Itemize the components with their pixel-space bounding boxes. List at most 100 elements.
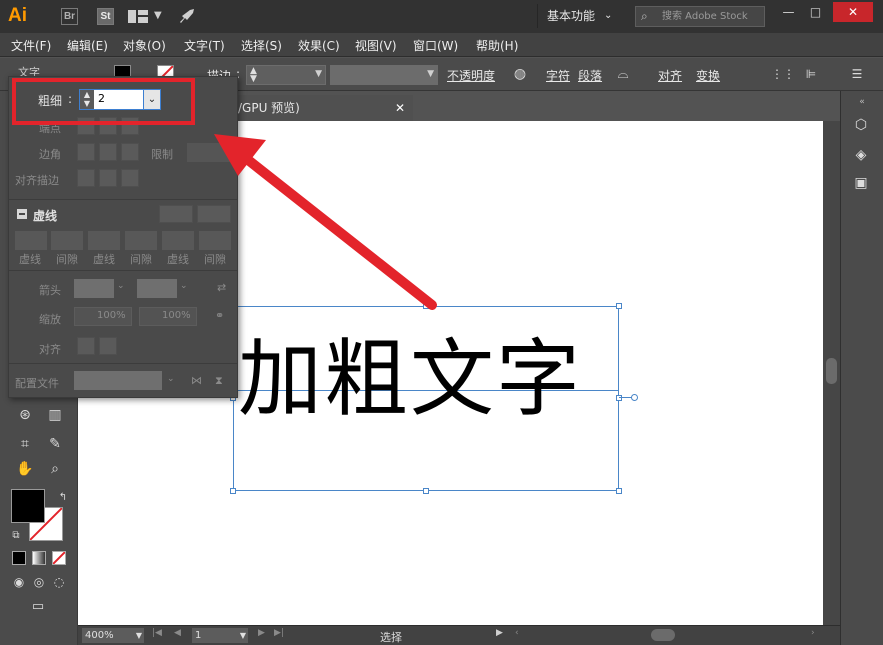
appearance-icon[interactable]: ▣	[850, 172, 872, 194]
vertical-scrollbar[interactable]	[823, 121, 840, 625]
document-tab[interactable]: /GPU 预览) ✕	[236, 95, 413, 121]
column-graph-icon[interactable]: ▥	[44, 404, 66, 426]
menu-select[interactable]: 选择(S)	[241, 37, 282, 54]
menu-file[interactable]: 文件(F)	[11, 37, 51, 54]
fill-color-front[interactable]	[11, 489, 45, 523]
recolor-icon[interactable]: ◍	[509, 63, 531, 85]
variable-width-dropdown[interactable]: ▼	[330, 65, 438, 85]
first-page-icon[interactable]: |◀	[152, 628, 162, 638]
miter-join-icon[interactable]	[77, 143, 95, 161]
miter-limit-field[interactable]	[187, 143, 235, 162]
next-page-icon[interactable]: ▶	[258, 628, 265, 638]
dash-field[interactable]	[162, 231, 194, 250]
menu-type[interactable]: 文字(T)	[184, 37, 225, 54]
character-link[interactable]: 字符	[546, 67, 570, 84]
close-tab-icon[interactable]: ✕	[395, 95, 405, 121]
zoom-icon[interactable]: ⌕	[44, 458, 66, 480]
stroke-weight-dropdown[interactable]: ▲ ▼ ▼	[246, 65, 326, 85]
default-colors-icon[interactable]: ⧉	[5, 525, 27, 547]
menu-view[interactable]: 视图(V)	[355, 37, 397, 54]
align-link[interactable]: 对齐	[658, 67, 682, 84]
gap-field[interactable]	[125, 231, 157, 250]
panel-menu-icon[interactable]: ☰	[846, 63, 868, 85]
none-mode-icon[interactable]	[52, 551, 66, 565]
dash-field[interactable]	[15, 231, 47, 250]
end-arrowhead-dropdown[interactable]	[137, 279, 177, 298]
align-dash-icon[interactable]	[197, 205, 231, 223]
transform-link[interactable]: 变换	[696, 67, 720, 84]
stepper-icon[interactable]: ▲ ▼	[250, 67, 257, 84]
artwork-text[interactable]: 加粗文字	[238, 329, 582, 429]
draw-behind-icon[interactable]: ◎	[28, 571, 50, 593]
gap-field[interactable]	[51, 231, 83, 250]
width-profile-dropdown[interactable]	[74, 371, 162, 390]
draw-normal-icon[interactable]: ◉	[8, 571, 30, 593]
scroll-left-icon[interactable]: ‹	[515, 628, 519, 638]
flip-across-icon[interactable]: ⧗	[215, 374, 223, 388]
libraries-icon[interactable]: ⬡	[850, 114, 872, 136]
scroll-right-icon[interactable]: ›	[811, 628, 815, 638]
workspace-switcher[interactable]: 基本功能 ⌄	[537, 4, 627, 28]
resize-handle[interactable]	[423, 488, 429, 494]
maximize-button[interactable]: □	[800, 2, 831, 22]
symbol-sprayer-icon[interactable]: ⊛	[14, 404, 36, 426]
menu-help[interactable]: 帮助(H)	[476, 37, 518, 54]
align-center-icon[interactable]	[77, 169, 95, 187]
dash-label: 虚线	[167, 253, 189, 266]
layers-icon[interactable]: ◈	[850, 144, 872, 166]
end-scale-field[interactable]: 100%	[139, 307, 197, 326]
resize-handle[interactable]	[616, 395, 622, 401]
gap-label: 间隙	[130, 253, 152, 266]
checkbox-dashed[interactable]	[17, 209, 27, 219]
menu-window[interactable]: 窗口(W)	[413, 37, 458, 54]
horizontal-scroll-thumb[interactable]	[651, 629, 675, 641]
round-join-icon[interactable]	[99, 143, 117, 161]
resize-handle[interactable]	[230, 488, 236, 494]
gradient-mode-icon[interactable]	[32, 551, 46, 565]
align-outside-icon[interactable]	[121, 169, 139, 187]
arrow-tip-at-end-icon[interactable]	[99, 337, 117, 355]
envelope-icon[interactable]: ⌓	[612, 63, 634, 85]
text-thread-port[interactable]	[631, 394, 638, 401]
link-scale-icon[interactable]: ⚭	[215, 309, 224, 322]
paragraph-link[interactable]: 段落	[578, 67, 602, 84]
gap-field[interactable]	[199, 231, 231, 250]
dash-field[interactable]	[88, 231, 120, 250]
resize-handle[interactable]	[616, 488, 622, 494]
preserve-dash-icon[interactable]	[159, 205, 193, 223]
scroll-thumb[interactable]	[826, 358, 837, 384]
gpu-performance-icon[interactable]	[178, 8, 196, 24]
bevel-join-icon[interactable]	[121, 143, 139, 161]
collapse-panel-icon[interactable]: «	[851, 91, 873, 113]
close-button[interactable]: ✕	[833, 2, 873, 22]
draw-inside-icon[interactable]: ◌	[48, 571, 70, 593]
eyedropper-icon[interactable]: ✎	[44, 433, 66, 455]
color-mode-icon[interactable]	[12, 551, 26, 565]
menu-object[interactable]: 对象(O)	[123, 37, 166, 54]
prev-page-icon[interactable]: ◀	[174, 628, 181, 638]
opacity-link[interactable]: 不透明度	[447, 67, 495, 84]
swap-arrowheads-icon[interactable]: ⇄	[217, 281, 226, 294]
flip-along-icon[interactable]: ⋈	[191, 374, 202, 387]
start-arrowhead-dropdown[interactable]	[74, 279, 114, 298]
isolate-icon[interactable]: ⋮⋮	[771, 63, 795, 85]
last-page-icon[interactable]: ▶|	[274, 628, 284, 638]
arrange-icon[interactable]: ⊫	[800, 63, 822, 85]
zoom-field[interactable]: 400% ▼	[82, 628, 144, 643]
bridge-button[interactable]: Br	[61, 8, 78, 25]
menu-effect[interactable]: 效果(C)	[298, 37, 340, 54]
stock-search-input[interactable]: ⌕ 搜索 Adobe Stock	[635, 6, 765, 27]
page-field[interactable]: 1 ▼	[192, 628, 248, 643]
hand-icon[interactable]: ✋	[14, 458, 36, 480]
swap-colors-icon[interactable]: ↰	[52, 487, 74, 509]
screen-mode-icon[interactable]: ▭	[27, 596, 49, 618]
align-inside-icon[interactable]	[99, 169, 117, 187]
artboard-icon[interactable]: ⌗	[14, 433, 36, 455]
status-menu-icon[interactable]: ▶	[496, 628, 503, 638]
stock-button[interactable]: St	[97, 8, 114, 25]
start-scale-field[interactable]: 100%	[74, 307, 132, 326]
menu-edit[interactable]: 编辑(E)	[67, 37, 108, 54]
chevron-down-icon[interactable]: ▼	[154, 10, 162, 21]
arrange-documents-icon[interactable]	[128, 10, 148, 23]
arrow-tip-beyond-icon[interactable]	[77, 337, 95, 355]
